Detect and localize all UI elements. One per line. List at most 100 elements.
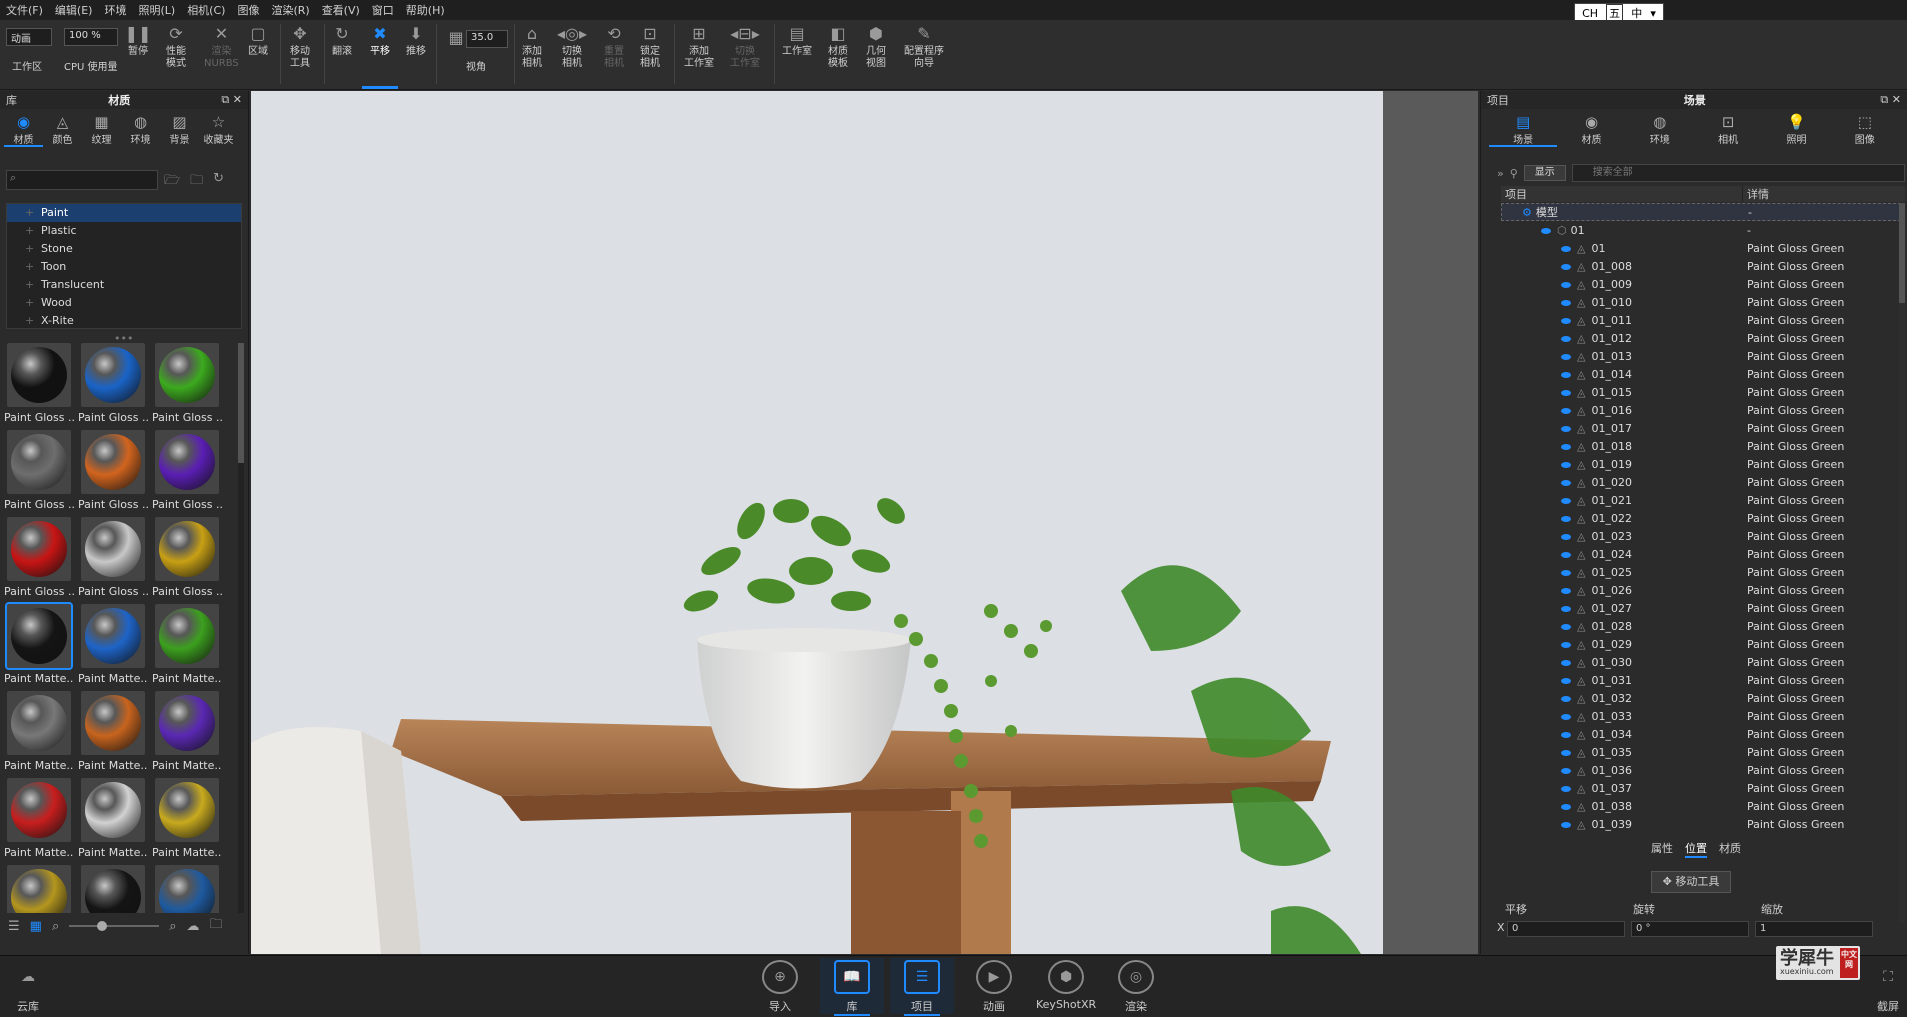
tree-root-model[interactable]: ⚙ 模型 - [1501, 203, 1901, 221]
add-camera-button[interactable]: ⌂ 添加 相机 [522, 24, 542, 70]
workspace-select[interactable]: 动画 [6, 28, 52, 46]
menu-camera[interactable]: 相机(C) [181, 2, 231, 18]
visibility-icon[interactable] [1561, 677, 1571, 684]
scene-tree-row[interactable]: ◬ 01_020 Paint Gloss Green [1501, 473, 1901, 491]
material-thumbnail[interactable]: Paint Gloss ... [152, 343, 222, 429]
visibility-icon[interactable] [1561, 659, 1571, 666]
scene-tree-row[interactable]: ◬ 01_008 Paint Gloss Green [1501, 257, 1901, 275]
scene-tree-row[interactable]: ◬ 01_019 Paint Gloss Green [1501, 455, 1901, 473]
material-thumbnail[interactable]: Paint Matte... [4, 602, 74, 690]
tab-properties[interactable]: 属性 [1651, 840, 1673, 858]
col-detail[interactable]: 详情 [1743, 186, 1769, 202]
material-thumbnail[interactable]: Paint Gloss ... [78, 430, 148, 516]
render-button[interactable]: ◎ 渲染 [1118, 960, 1154, 1014]
menu-render[interactable]: 渲染(R) [265, 2, 315, 18]
cpu-select[interactable]: 100 % [64, 28, 118, 46]
menu-lighting[interactable]: 照明(L) [132, 2, 181, 18]
material-thumbnail[interactable]: Paint Gloss ... [4, 430, 74, 516]
visibility-icon[interactable] [1561, 749, 1571, 756]
material-thumbnail[interactable]: Paint Gloss ... [78, 517, 148, 603]
pan-button[interactable]: ✖ 平移 [370, 24, 390, 58]
menu-file[interactable]: 文件(F) [0, 2, 49, 18]
translate-x-input[interactable]: 0 [1507, 921, 1625, 937]
scene-tree-row[interactable]: ◬ 01_012 Paint Gloss Green [1501, 329, 1901, 347]
project-button[interactable]: ☰ 项目 [904, 960, 940, 1016]
scene-tree-row[interactable]: ◬ 01_025 Paint Gloss Green [1501, 563, 1901, 581]
scene-tree-row[interactable]: ◬ 01_030 Paint Gloss Green [1501, 653, 1901, 671]
material-thumbnail[interactable]: Paint Gloss ... [152, 430, 222, 516]
material-thumbnail[interactable]: Paint Matte... [4, 778, 74, 864]
tree-item-plastic[interactable]: Plastic [7, 222, 241, 240]
tab-colors[interactable]: ◬ 颜色 [43, 109, 82, 147]
visibility-icon[interactable] [1561, 803, 1571, 810]
visibility-icon[interactable] [1561, 713, 1571, 720]
visibility-icon[interactable] [1561, 623, 1571, 630]
filter-icon[interactable]: ⚲ [1510, 167, 1518, 180]
scene-tree-row[interactable]: ◬ 01_014 Paint Gloss Green [1501, 365, 1901, 383]
scene-tree-row[interactable]: ◬ 01_036 Paint Gloss Green [1501, 761, 1901, 779]
col-item[interactable]: 项目 [1501, 186, 1743, 202]
visibility-icon[interactable] [1541, 227, 1551, 234]
render-nurbs-button[interactable]: ✕ 渲染 NURBS [204, 24, 239, 70]
add-studio-button[interactable]: ⊞ 添加 工作室 [684, 24, 714, 70]
reset-camera-button[interactable]: ⟲ 重置 相机 [604, 24, 624, 70]
material-grid-scrollbar[interactable] [238, 343, 244, 913]
zoom-in-icon[interactable]: ⌕ [169, 919, 176, 934]
material-thumbnail[interactable]: Paint Matte... [152, 604, 222, 690]
menu-image[interactable]: 图像 [231, 2, 265, 18]
visibility-icon[interactable] [1561, 335, 1571, 342]
move-tool-button[interactable]: ✥ 移动 工具 [290, 24, 310, 70]
visibility-icon[interactable] [1561, 515, 1571, 522]
scene-tree-row[interactable]: ◬ 01_031 Paint Gloss Green [1501, 671, 1901, 689]
refresh-icon[interactable]: ↻ [213, 171, 224, 193]
folder-open-icon[interactable]: 🗁 [164, 171, 180, 193]
visibility-icon[interactable] [1561, 785, 1571, 792]
visibility-icon[interactable] [1561, 821, 1571, 828]
material-thumbnail[interactable]: Paint Matte... [152, 778, 222, 864]
material-thumbnail[interactable] [78, 865, 148, 913]
scene-tree-row[interactable]: ◬ 01 Paint Gloss Green [1501, 239, 1901, 257]
visibility-icon[interactable] [1561, 641, 1571, 648]
library-button[interactable]: 📖 库 [834, 960, 870, 1016]
visibility-icon[interactable] [1561, 605, 1571, 612]
tumble-button[interactable]: ↻ 翻滚 [332, 24, 352, 58]
visibility-icon[interactable] [1561, 497, 1571, 504]
visibility-icon[interactable] [1561, 281, 1571, 288]
expand-icon[interactable]: » [1497, 167, 1504, 180]
scene-tree-scrollbar[interactable] [1899, 203, 1905, 923]
scene-search-input[interactable]: 搜索全部 [1571, 164, 1905, 182]
tree-item-stone[interactable]: Stone [7, 240, 241, 258]
show-dropdown[interactable]: 显示 [1523, 165, 1566, 181]
material-thumbnail[interactable]: Paint Matte... [4, 691, 74, 777]
move-tool-panel-button[interactable]: ✥ 移动工具 [1651, 871, 1731, 893]
scene-tree-row[interactable]: ◬ 01_009 Paint Gloss Green [1501, 275, 1901, 293]
scene-tree-row[interactable]: ◬ 01_032 Paint Gloss Green [1501, 689, 1901, 707]
tab-position[interactable]: 位置 [1685, 840, 1707, 858]
visibility-icon[interactable] [1561, 425, 1571, 432]
tree-group-01[interactable]: ⬡ 01 - [1501, 221, 1901, 239]
scene-tree-row[interactable]: ◬ 01_011 Paint Gloss Green [1501, 311, 1901, 329]
render-viewport[interactable] [251, 91, 1383, 954]
menu-environment[interactable]: 环境 [98, 2, 132, 18]
visibility-icon[interactable] [1561, 695, 1571, 702]
scene-tree-row[interactable]: ◬ 01_015 Paint Gloss Green [1501, 383, 1901, 401]
switch-camera-button[interactable]: ◂◎▸ 切换 相机 [557, 24, 587, 70]
switch-studio-button[interactable]: ◂⊟▸ 切换 工作室 [730, 24, 760, 70]
cloud-library-button[interactable]: ☁ 云库 [10, 960, 46, 1014]
tab-material[interactable]: ◉ 材质 [1557, 109, 1625, 147]
tab-favorites[interactable]: ☆ 收藏夹 [199, 109, 238, 147]
visibility-icon[interactable] [1561, 389, 1571, 396]
visibility-icon[interactable] [1561, 245, 1571, 252]
scale-x-input[interactable]: 1 [1755, 921, 1873, 937]
scene-tree-row[interactable]: ◬ 01_018 Paint Gloss Green [1501, 437, 1901, 455]
scene-tree-row[interactable]: ◬ 01_038 Paint Gloss Green [1501, 797, 1901, 815]
tab-environment[interactable]: ◍ 环境 [1626, 109, 1694, 147]
material-template-button[interactable]: ◧ 材质 模板 [828, 24, 848, 70]
menu-window[interactable]: 窗口 [366, 2, 400, 18]
material-thumbnail[interactable]: Paint Matte... [78, 691, 148, 777]
config-wizard-button[interactable]: ✎ 配置程序 向导 [904, 24, 944, 70]
folder-icon[interactable]: 🗀 [210, 915, 223, 937]
visibility-icon[interactable] [1561, 299, 1571, 306]
tree-item-wood[interactable]: Wood [7, 294, 241, 312]
visibility-icon[interactable] [1561, 263, 1571, 270]
